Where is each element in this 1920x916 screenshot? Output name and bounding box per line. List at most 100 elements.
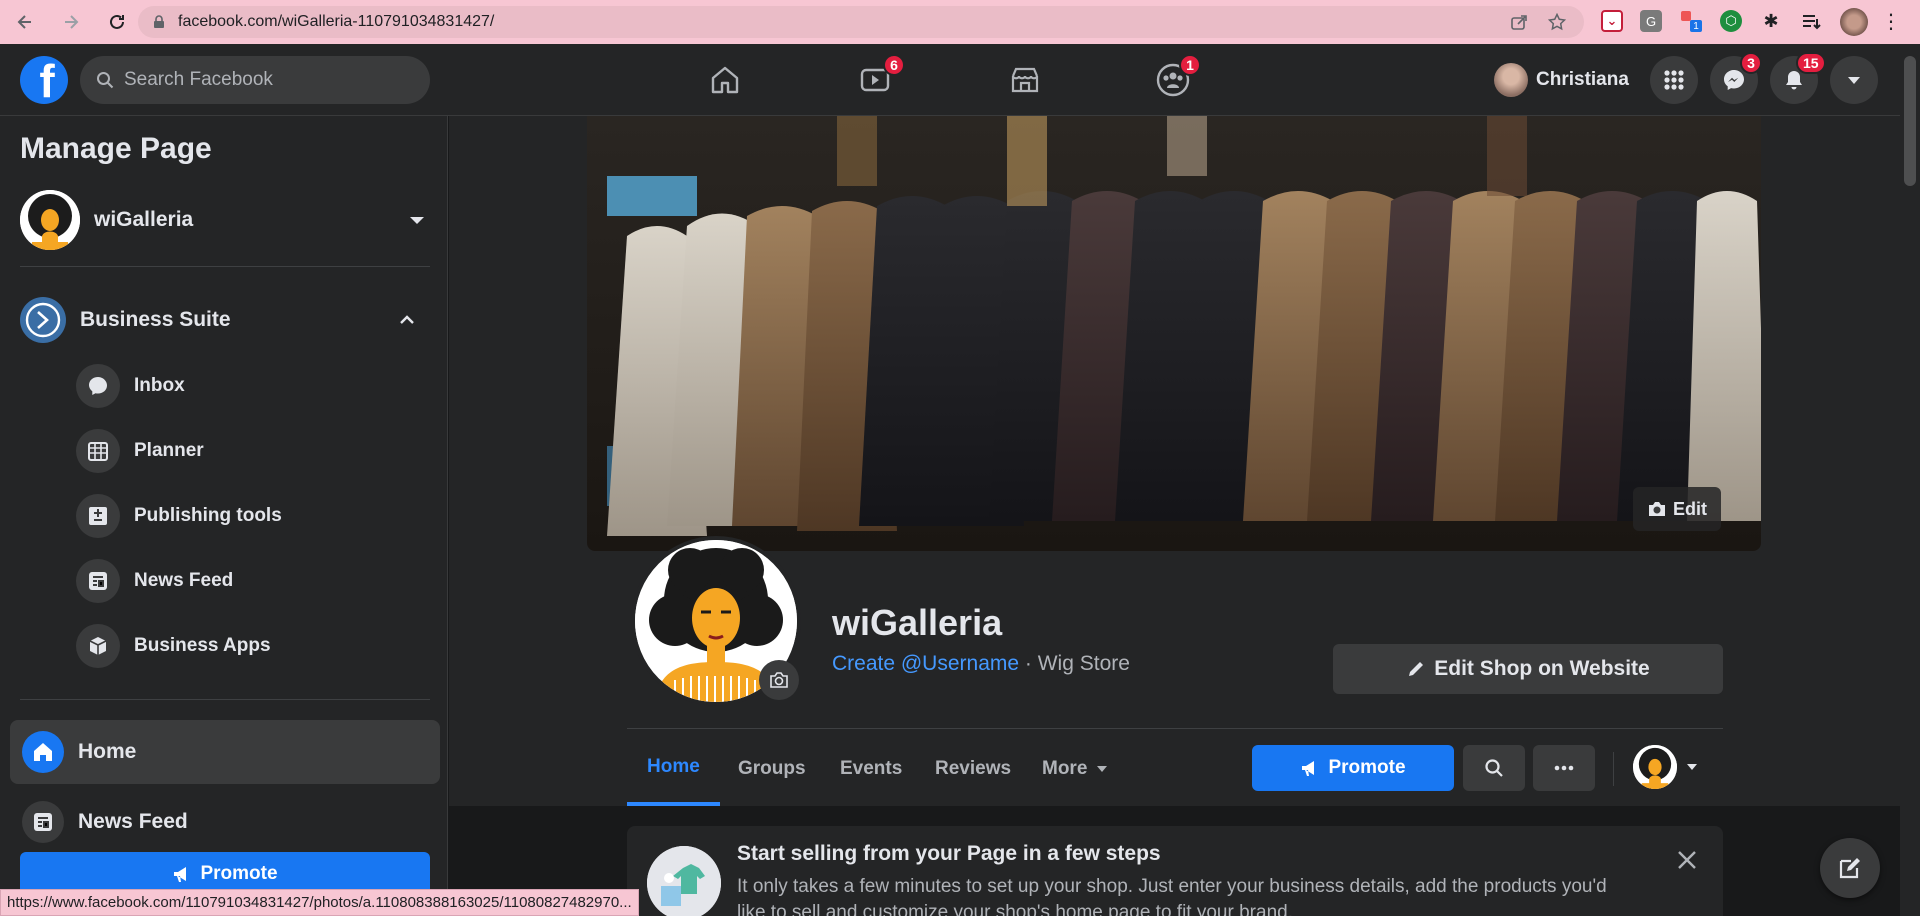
extension-badge-icon[interactable]: 1 bbox=[1680, 10, 1702, 32]
tab-more[interactable]: More bbox=[1022, 732, 1129, 806]
search-icon bbox=[97, 72, 114, 89]
shield-extension-icon[interactable]: ⬡ bbox=[1720, 10, 1742, 32]
puzzle-extensions-icon[interactable]: ✱ bbox=[1760, 10, 1782, 32]
share-icon[interactable] bbox=[1510, 13, 1528, 31]
promote-label: Promote bbox=[1328, 757, 1406, 778]
profile-camera-button[interactable] bbox=[759, 660, 799, 700]
promote-button[interactable]: Promote bbox=[1252, 745, 1454, 791]
more-options-button[interactable] bbox=[1533, 745, 1595, 791]
cover-photo[interactable]: Edit bbox=[587, 116, 1761, 551]
news-feed-icon bbox=[76, 559, 120, 603]
tab-groups[interactable]: Groups bbox=[718, 732, 826, 806]
avatar bbox=[1494, 63, 1528, 97]
home-outline-icon bbox=[711, 66, 739, 94]
notifications-button[interactable]: 15 bbox=[1770, 52, 1826, 104]
create-username-link[interactable]: Create @Username bbox=[832, 652, 1019, 675]
business-suite-icon bbox=[20, 297, 66, 343]
facebook-logo-icon[interactable]: f bbox=[20, 56, 68, 104]
divider bbox=[20, 699, 430, 700]
lock-icon bbox=[154, 15, 164, 28]
address-bar[interactable]: facebook.com/wiGalleria-110791034831427/ bbox=[138, 6, 1584, 38]
sidebar-item-newsfeed[interactable]: News Feed bbox=[22, 796, 188, 848]
grid-icon bbox=[1664, 70, 1684, 90]
page-category: · Wig Store bbox=[1019, 652, 1130, 675]
grammarly-extension-icon[interactable]: G bbox=[1640, 10, 1662, 32]
sidebar-item-news-feed[interactable]: News Feed bbox=[76, 557, 233, 605]
scrollbar-thumb[interactable] bbox=[1904, 56, 1916, 186]
browser-toolbar: facebook.com/wiGalleria-110791034831427/… bbox=[0, 0, 1920, 44]
watch-badge: 6 bbox=[883, 54, 905, 76]
page-selector[interactable]: wiGalleria bbox=[20, 188, 430, 252]
business-suite-section[interactable]: Business Suite bbox=[20, 294, 430, 346]
nav-groups[interactable]: 1 bbox=[1117, 44, 1229, 116]
cover-wigs-image bbox=[587, 116, 1761, 551]
manage-page-sidebar: Manage Page wiGalleria Business Suite In… bbox=[0, 116, 448, 916]
search-input[interactable] bbox=[124, 69, 404, 91]
sidebar-item-publishing-tools[interactable]: Publishing tools bbox=[76, 492, 282, 540]
business-suite-label: Business Suite bbox=[80, 308, 231, 331]
page-avatar bbox=[1633, 745, 1677, 789]
marketplace-store-icon bbox=[1011, 67, 1039, 93]
page-scrollbar[interactable] bbox=[1900, 44, 1920, 916]
tab-events[interactable]: Events bbox=[820, 732, 922, 806]
divider bbox=[627, 728, 1723, 729]
user-name: Christiana bbox=[1536, 69, 1629, 90]
cover-edit-button[interactable]: Edit bbox=[1633, 487, 1721, 531]
nav-watch[interactable]: 6 bbox=[819, 44, 931, 116]
sidebar-item-label: Business Apps bbox=[134, 635, 271, 656]
pencil-icon bbox=[1409, 662, 1424, 676]
page-main: Edit wiGalleria Create @Username · Wig S… bbox=[449, 116, 1900, 916]
sidebar-item-planner[interactable]: Planner bbox=[76, 427, 204, 475]
nav-home[interactable] bbox=[669, 44, 781, 116]
messenger-badge: 3 bbox=[1740, 52, 1762, 74]
pocket-extension-icon[interactable]: ⌄ bbox=[1601, 10, 1623, 32]
chevron-up-icon[interactable] bbox=[398, 311, 416, 329]
page-subline: Create @Username · Wig Store bbox=[832, 652, 1130, 676]
sidebar-item-label: News Feed bbox=[134, 570, 234, 591]
caret-down-icon bbox=[1687, 764, 1697, 770]
reading-list-icon[interactable] bbox=[1800, 10, 1822, 32]
sidebar-item-home[interactable]: Home bbox=[10, 720, 440, 784]
messenger-button[interactable]: 3 bbox=[1710, 52, 1762, 104]
shop-illustration-icon bbox=[647, 846, 721, 916]
edit-shop-button[interactable]: Edit Shop on Website bbox=[1333, 644, 1723, 694]
search-box[interactable] bbox=[80, 56, 430, 104]
caret-down-icon[interactable] bbox=[408, 211, 426, 229]
sidebar-item-inbox[interactable]: Inbox bbox=[76, 362, 185, 410]
nav-marketplace[interactable] bbox=[969, 44, 1081, 116]
promote-label: Promote bbox=[200, 863, 278, 884]
back-icon[interactable] bbox=[10, 7, 40, 37]
link-hover-status: https://www.facebook.com/110791034831427… bbox=[0, 889, 639, 916]
megaphone-icon bbox=[1302, 761, 1315, 776]
bookmark-star-icon[interactable] bbox=[1548, 13, 1566, 31]
divider bbox=[20, 266, 430, 267]
page-name: wiGalleria bbox=[94, 208, 194, 231]
chrome-profile-avatar[interactable] bbox=[1840, 8, 1868, 36]
newsfeed-label: News Feed bbox=[78, 810, 188, 833]
page-search-button[interactable] bbox=[1463, 745, 1525, 791]
facebook-top-nav: f 6 1 Christiana 3 15 bbox=[0, 44, 1900, 116]
forward-icon[interactable] bbox=[56, 7, 86, 37]
reload-icon[interactable] bbox=[102, 7, 132, 37]
profile-chip[interactable]: Christiana bbox=[1494, 58, 1629, 102]
tab-reviews[interactable]: Reviews bbox=[915, 732, 1031, 806]
page-profile-switcher[interactable] bbox=[1633, 745, 1699, 789]
publishing-tools-icon bbox=[76, 494, 120, 538]
tab-more-label: More bbox=[1042, 758, 1088, 779]
home-label: Home bbox=[78, 740, 137, 763]
sidebar-item-business-apps[interactable]: Business Apps bbox=[76, 622, 271, 670]
chrome-menu-icon[interactable]: ⋮ bbox=[1880, 10, 1902, 33]
compose-icon bbox=[1839, 858, 1860, 879]
page-header-card: Edit wiGalleria Create @Username · Wig S… bbox=[449, 116, 1900, 806]
new-message-button[interactable] bbox=[1820, 838, 1880, 898]
start-selling-card: Start selling from your Page in a few st… bbox=[627, 826, 1723, 916]
close-icon[interactable] bbox=[1669, 842, 1705, 878]
sidebar-title: Manage Page bbox=[20, 132, 212, 165]
sidebar-item-label: Planner bbox=[134, 440, 204, 461]
account-menu-button[interactable] bbox=[1830, 56, 1878, 104]
megaphone-icon bbox=[174, 867, 187, 882]
url-text: facebook.com/wiGalleria-110791034831427/ bbox=[178, 13, 495, 30]
menu-grid-button[interactable] bbox=[1650, 56, 1698, 104]
tab-home[interactable]: Home bbox=[627, 732, 720, 806]
caret-down-icon bbox=[1097, 766, 1108, 772]
